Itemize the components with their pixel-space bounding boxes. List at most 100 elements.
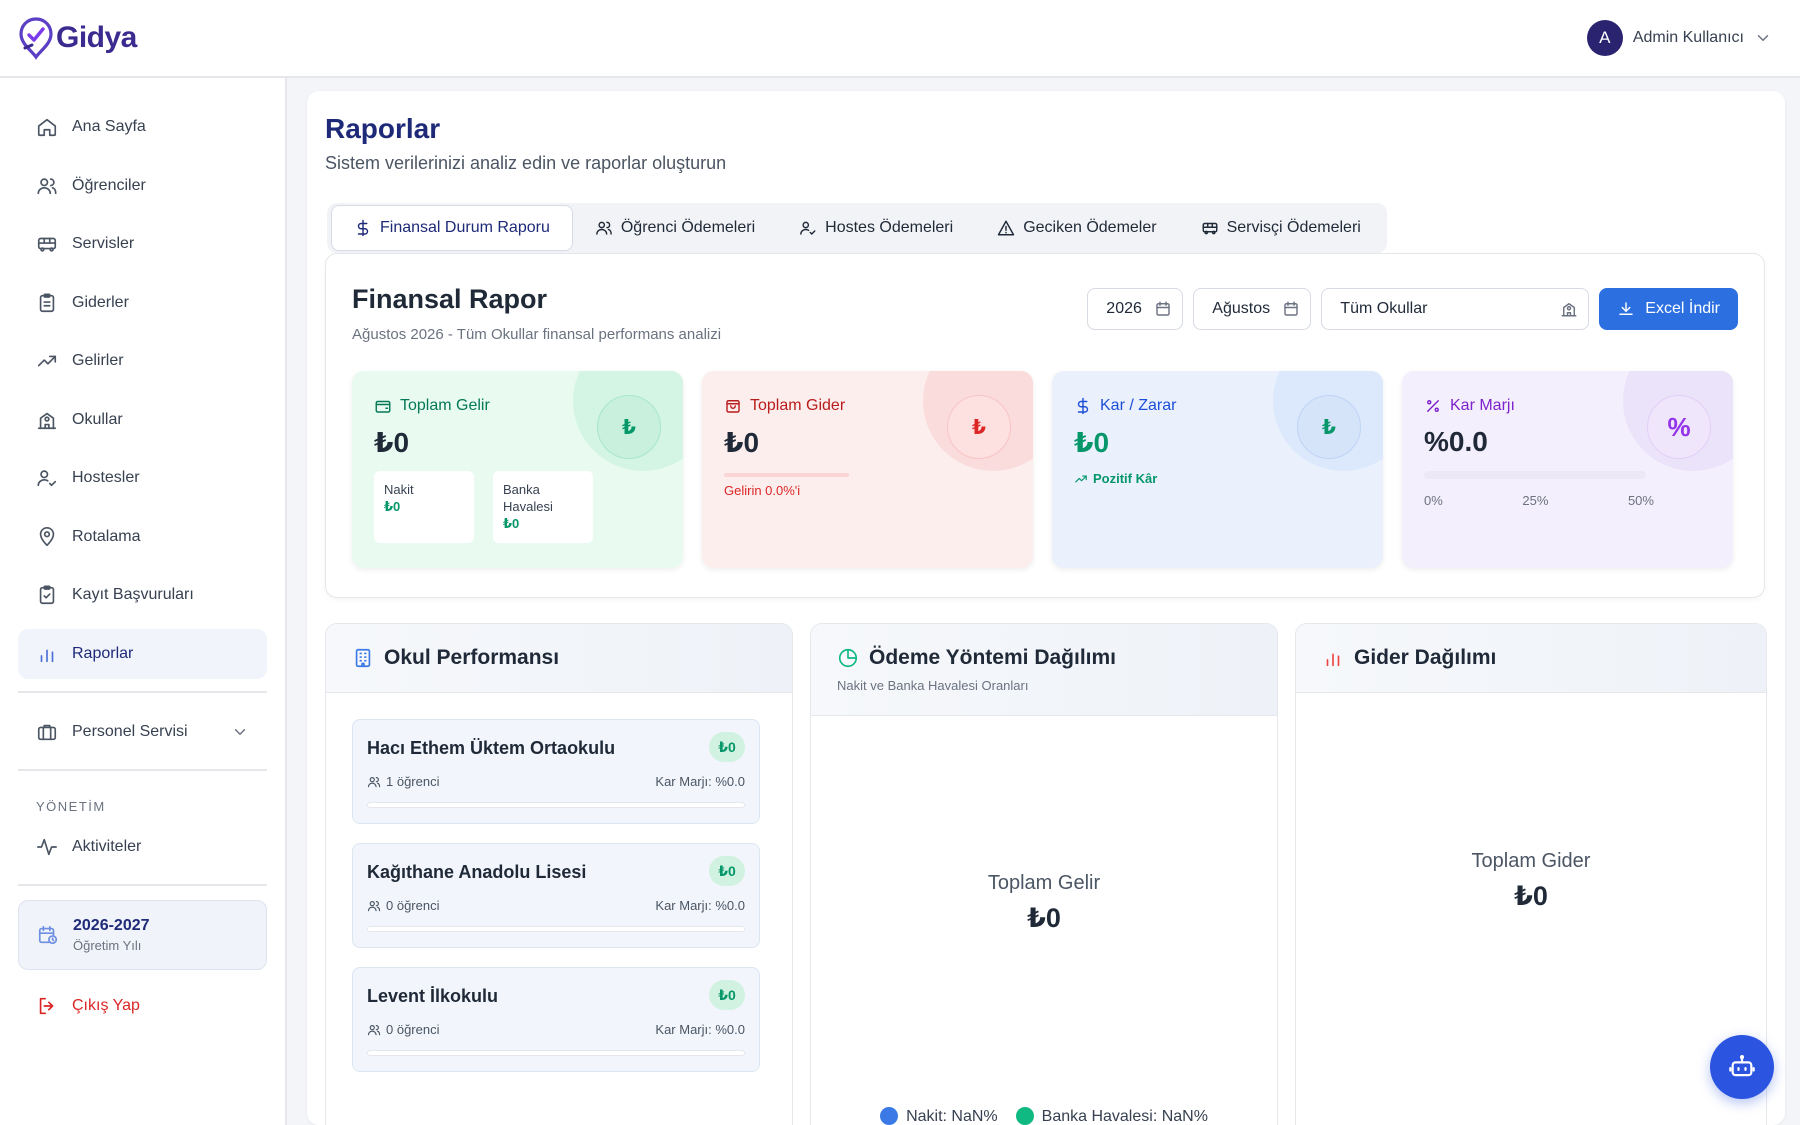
trending-up-icon <box>1075 475 1087 482</box>
briefcase-icon <box>37 724 57 740</box>
bus-icon <box>1202 222 1218 235</box>
profit-margin-value: %0.0 <box>1424 426 1488 457</box>
sidebar-item-label: Personel Servisi <box>72 722 188 740</box>
chevron-down-icon <box>1757 35 1769 41</box>
payment-legend: Nakit: NaN% Banka Havalesi: NaN% <box>811 1107 1277 1125</box>
list-item[interactable]: Kağıthane Anadolu Lisesi ₺0 0 öğrenci Ka… <box>352 843 760 948</box>
logo[interactable]: Gidya <box>18 16 137 60</box>
total-income-label-row: Toplam Gelir <box>374 397 490 415</box>
sidebar-item-ana-sayfa[interactable]: Ana Sayfa <box>18 102 267 152</box>
page-title: Raporlar <box>325 113 441 144</box>
sidebar-item-rotalama[interactable]: Rotalama <box>18 512 267 562</box>
user-name: Admin Kullanıcı <box>1632 29 1744 46</box>
sidebar-item-label: Gelirler <box>72 352 124 369</box>
legend-item-banka[interactable]: Banka Havalesi: NaN% <box>1015 1107 1208 1125</box>
sidebar-item-kayit-basvurulari[interactable]: Kayıt Başvuruları <box>18 570 267 620</box>
bus-icon <box>37 237 57 252</box>
list-item[interactable]: Hacı Ethem Üktem Ortaokulu ₺0 1 öğrenci … <box>352 719 760 824</box>
profit-margin-label: Kar Marjı <box>1450 397 1515 414</box>
sidebar-item-hostesler[interactable]: Hostesler <box>18 453 267 503</box>
student-count-label: 1 öğrenci <box>386 774 440 789</box>
cash-label: Nakit <box>384 482 414 497</box>
school-amount-badge: ₺0 <box>709 980 745 1010</box>
margin-progress-bar <box>1424 471 1646 479</box>
school-progress-bar <box>367 802 745 808</box>
school-student-count: 0 öğrenci <box>367 1022 439 1037</box>
list-item[interactable]: Levent İlkokulu ₺0 0 öğrenci Kar Marjı: … <box>352 967 760 1072</box>
lira-badge: ₺ <box>947 395 1011 459</box>
financial-report-card: Finansal Rapor Ağustos 2026 - Tüm Okulla… <box>325 253 1765 598</box>
profit-status-label: Pozitif Kâr <box>1093 471 1158 486</box>
tab-servisci-odemeleri[interactable]: Servisçi Ödemeleri <box>1179 205 1383 251</box>
chevron-down-icon <box>234 728 246 735</box>
scale-tick: 25% <box>1522 493 1549 508</box>
school-performance-title: Okul Performansı <box>384 646 560 669</box>
total-expense-value: ₺0 <box>724 427 760 458</box>
sidebar-item-gelirler[interactable]: Gelirler <box>18 336 267 386</box>
month-select[interactable]: Ağustos <box>1193 288 1312 330</box>
main-panel: Raporlar Sistem verilerinizi analiz edin… <box>307 91 1785 1125</box>
school-select[interactable]: Tüm Okullar <box>1321 288 1590 330</box>
total-income-value: ₺0 <box>374 427 410 458</box>
total-expense-card: Toplam Gider ₺0 ₺ Gelirin 0.0%'i <box>702 371 1033 568</box>
alert-triangle-icon <box>997 220 1015 236</box>
sidebar-item-ogrenciler[interactable]: Öğrenciler <box>18 161 267 211</box>
sidebar-item-giderler[interactable]: Giderler <box>18 278 267 328</box>
assistant-bot-button[interactable] <box>1710 1035 1774 1099</box>
scale-tick: 0% <box>1424 493 1443 508</box>
sidebar-item-aktiviteler[interactable]: Aktiviteler <box>18 822 267 872</box>
user-check-icon <box>800 221 816 235</box>
users-icon <box>37 177 57 194</box>
tab-ogrenci-odemeleri[interactable]: Öğrenci Ödemeleri <box>573 205 777 251</box>
sidebar-divider <box>18 768 267 771</box>
tab-geciken-odemeler[interactable]: Geciken Ödemeler <box>975 205 1178 251</box>
user-check-icon <box>37 470 57 487</box>
section-label: YÖNETİM <box>36 798 106 814</box>
sidebar-item-okullar[interactable]: Okullar <box>18 395 267 445</box>
financial-report-title: Finansal Rapor <box>352 284 548 314</box>
school-student-count: 0 öğrenci <box>367 898 439 913</box>
expense-total-value: ₺0 <box>1514 881 1548 911</box>
school-performance-card: Okul Performansı Hacı Ethem Üktem Ortaok… <box>325 623 793 1125</box>
academic-year-label: Öğretim Yılı <box>73 937 142 953</box>
logout-button[interactable]: Çıkış Yap <box>18 988 267 1024</box>
sidebar-item-label: Kayıt Başvuruları <box>72 586 194 603</box>
sidebar: Ana Sayfa Öğrenciler Servisler Giderler … <box>0 78 287 1125</box>
tab-finansal-durum[interactable]: Finansal Durum Raporu <box>331 205 573 251</box>
tab-label: Hostes Ödemeleri <box>825 219 954 236</box>
excel-download-button[interactable]: Excel İndir <box>1599 288 1738 330</box>
tab-label: Finansal Durum Raporu <box>380 219 550 236</box>
logo-icon <box>19 17 53 60</box>
year-select[interactable]: 2026 <box>1087 288 1184 330</box>
report-tabs: Finansal Durum Raporu Öğrenci Ödemeleri … <box>327 203 1387 253</box>
map-pin-icon <box>39 526 55 546</box>
users-icon <box>596 221 612 235</box>
user-menu[interactable]: A Admin Kullanıcı <box>1586 20 1772 56</box>
pie-chart-icon <box>838 648 858 668</box>
shopping-bag-icon <box>726 400 740 413</box>
sidebar-item-label: Servisler <box>72 235 135 252</box>
logout-icon <box>39 997 54 1014</box>
expense-distribution-card: Gider Dağılımı Toplam Gider ₺0 <box>1295 623 1767 1125</box>
sidebar-item-servisler[interactable]: Servisler <box>18 219 267 269</box>
users-icon <box>367 1024 381 1035</box>
payment-distribution-header: Ödeme Yöntemi Dağılımı Nakit ve Banka Ha… <box>811 624 1277 716</box>
wallet-icon <box>375 400 391 413</box>
legend-item-nakit[interactable]: Nakit: NaN% <box>880 1107 998 1125</box>
academic-year-card[interactable]: 2026-2027 Öğretim Yılı <box>18 899 267 970</box>
tab-hostes-odemeleri[interactable]: Hostes Ödemeleri <box>777 205 975 251</box>
lira-badge: ₺ <box>1297 395 1361 459</box>
cash-income-box: Nakit ₺0 <box>374 471 474 543</box>
profit-status: Pozitif Kâr <box>1074 471 1157 486</box>
payment-total-value: ₺0 <box>1027 903 1061 933</box>
school-select-value: Tüm Okullar <box>1340 300 1428 317</box>
student-count-label: 0 öğrenci <box>386 898 440 913</box>
sidebar-item-personel-servisi[interactable]: Personel Servisi <box>18 707 267 757</box>
academic-year: 2026-2027 <box>73 916 150 934</box>
sidebar-item-raporlar[interactable]: Raporlar <box>18 628 267 679</box>
total-income-label: Toplam Gelir <box>400 397 490 414</box>
sidebar-item-label: Rotalama <box>72 527 141 545</box>
dollar-icon <box>1077 397 1089 415</box>
legend-label: Nakit: NaN% <box>906 1108 998 1125</box>
student-count-label: 0 öğrenci <box>386 1022 440 1037</box>
